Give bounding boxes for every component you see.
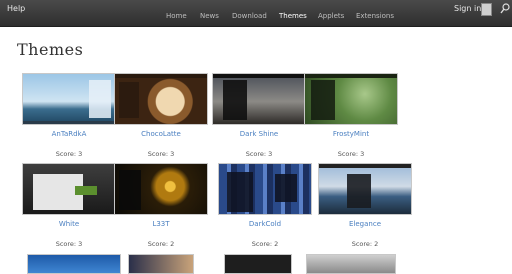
theme-thumbnail[interactable] xyxy=(318,163,412,215)
theme-name[interactable]: FrostyMint xyxy=(304,130,398,138)
theme-card[interactable] xyxy=(304,73,398,125)
theme-thumbnail[interactable] xyxy=(114,73,208,125)
theme-card[interactable] xyxy=(306,254,400,274)
theme-name[interactable]: ChocoLatte xyxy=(114,130,208,138)
theme-score: Score: 3 xyxy=(147,150,175,158)
theme-score: Score: 3 xyxy=(245,150,273,158)
theme-score: Score: 3 xyxy=(337,150,365,158)
theme-name[interactable]: Elegance xyxy=(318,220,412,228)
search-icon[interactable] xyxy=(500,3,510,15)
theme-thumbnail[interactable] xyxy=(306,254,396,274)
theme-card[interactable] xyxy=(114,163,208,215)
nav-download[interactable]: Download xyxy=(232,12,267,20)
theme-card[interactable] xyxy=(114,73,208,125)
page-title: Themes xyxy=(17,40,84,59)
nav-extensions[interactable]: Extensions xyxy=(356,12,394,20)
sign-in-link[interactable]: Sign in xyxy=(454,4,481,13)
theme-score: Score: 3 xyxy=(55,240,83,248)
theme-score: Score: 2 xyxy=(351,240,379,248)
theme-card[interactable] xyxy=(22,163,116,215)
theme-card[interactable] xyxy=(212,73,306,125)
nav-news[interactable]: News xyxy=(200,12,219,20)
theme-card[interactable] xyxy=(218,163,312,215)
theme-name[interactable]: AnTaRdkA xyxy=(22,130,116,138)
theme-name[interactable]: L33T xyxy=(114,220,208,228)
theme-card[interactable] xyxy=(128,254,222,274)
nav-home[interactable]: Home xyxy=(166,12,187,20)
theme-thumbnail[interactable] xyxy=(224,254,292,274)
theme-card[interactable] xyxy=(318,163,412,215)
theme-name[interactable]: Dark Shine xyxy=(212,130,306,138)
top-bar: Help Home News Download Themes Applets E… xyxy=(0,0,512,27)
theme-thumbnail[interactable] xyxy=(27,254,121,274)
theme-card[interactable] xyxy=(27,254,121,274)
main-nav: Home News Download Themes Applets Extens… xyxy=(0,12,512,24)
theme-score: Score: 2 xyxy=(147,240,175,248)
theme-name[interactable]: White xyxy=(22,220,116,228)
avatar-icon[interactable] xyxy=(481,3,492,16)
nav-applets[interactable]: Applets xyxy=(318,12,344,20)
theme-thumbnail[interactable] xyxy=(22,163,116,215)
theme-thumbnail[interactable] xyxy=(218,163,312,215)
theme-thumbnail[interactable] xyxy=(114,163,208,215)
theme-thumbnail[interactable] xyxy=(212,73,306,125)
theme-card[interactable] xyxy=(224,254,318,274)
nav-themes[interactable]: Themes xyxy=(279,12,307,20)
theme-thumbnail[interactable] xyxy=(22,73,116,125)
theme-score: Score: 3 xyxy=(55,150,83,158)
theme-thumbnail[interactable] xyxy=(128,254,194,274)
theme-score: Score: 2 xyxy=(251,240,279,248)
theme-name[interactable]: DarkCold xyxy=(218,220,312,228)
theme-thumbnail[interactable] xyxy=(304,73,398,125)
theme-card[interactable] xyxy=(22,73,116,125)
